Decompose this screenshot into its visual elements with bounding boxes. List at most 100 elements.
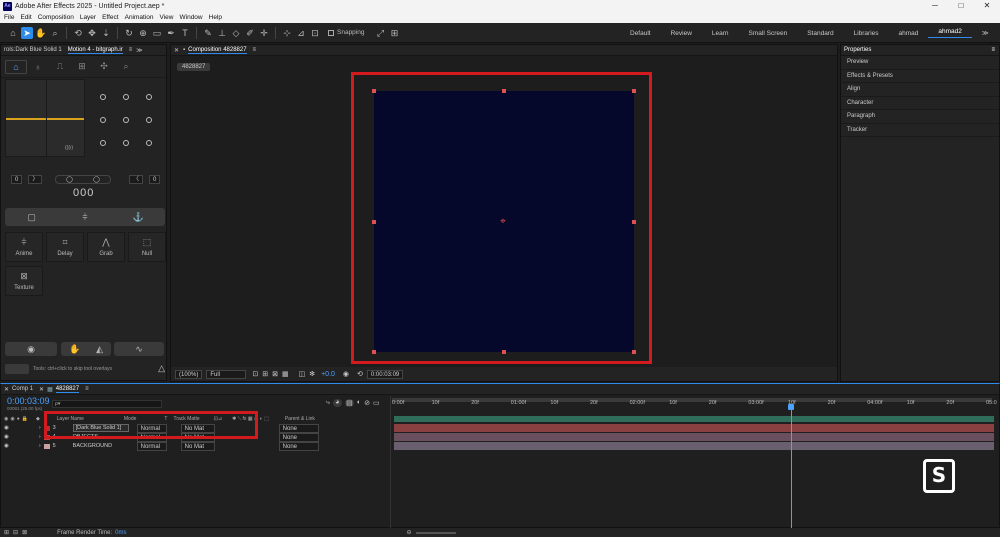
composition-title[interactable]: Composition 4828827 [188, 47, 247, 54]
right-stepper-value[interactable]: 0 [149, 175, 161, 184]
workspace-menu-icon[interactable]: ≫ [972, 29, 999, 37]
anchor-dot[interactable] [122, 140, 129, 147]
motion-blur-icon[interactable]: ◐ [357, 399, 361, 407]
maximize-icon[interactable]: □ [948, 0, 974, 12]
menu-edit[interactable]: Edit [20, 14, 31, 21]
pen-tool-icon[interactable]: ✒ [165, 27, 177, 39]
zoom-select[interactable]: (100%) [175, 369, 203, 379]
hand-tool-icon[interactable]: ✋ [35, 27, 47, 39]
tile-delay[interactable]: ⌗ Delay [46, 232, 84, 262]
layer-mode-select[interactable]: Normal [136, 441, 167, 451]
expand-icon[interactable]: › [39, 443, 41, 449]
orbit-camera-icon[interactable]: ⟲ [72, 27, 84, 39]
workspace-ahmad2[interactable]: ahmad2 [928, 28, 972, 38]
toggle-panes-icon[interactable]: ⊟ [13, 529, 18, 536]
puppet-pin-tool-icon[interactable]: ✛ [258, 27, 270, 39]
menu-file[interactable]: File [4, 14, 14, 21]
panel-tracker[interactable]: Tracker [841, 124, 999, 137]
grid-mode-icon[interactable]: ⊞ [71, 61, 93, 72]
workspace-libraries[interactable]: Libraries [844, 30, 889, 37]
home-mode-icon[interactable]: ⌂ [5, 59, 27, 74]
snap-options-icon[interactable]: ⤢ [374, 27, 386, 39]
pan-camera-icon[interactable]: ✥ [86, 27, 98, 39]
panel-menu-icon[interactable]: ≡ [129, 47, 133, 53]
timeline-menu-icon[interactable]: ≡ [85, 386, 89, 392]
resolution-select[interactable]: Full [206, 369, 247, 379]
comp-markers-icon[interactable]: ▭ [373, 399, 380, 407]
menu-composition[interactable]: Composition [38, 14, 74, 21]
transform-handle[interactable] [372, 220, 376, 224]
tab-4828827[interactable]: 4828827 [55, 386, 80, 393]
tab-motion[interactable]: Motion 4 - bitgraph.ir [67, 47, 123, 54]
pan-behind-tool-icon[interactable]: ⊕ [137, 27, 149, 39]
expand-icon[interactable]: › [39, 425, 41, 431]
bounce-mode-icon[interactable]: ⎍ [49, 61, 71, 72]
align-left-icon[interactable]: ▢ [5, 212, 58, 223]
hint-toggle[interactable] [5, 363, 29, 374]
exposure-value[interactable]: +0.0 [321, 371, 335, 378]
composition-menu-icon[interactable]: ≡ [253, 47, 257, 53]
grid-icon[interactable]: ⊞ [262, 370, 268, 378]
rotation-tool-icon[interactable]: ↻ [123, 27, 135, 39]
parent-select[interactable]: None [278, 432, 319, 442]
track-matte-select[interactable]: No Mat [180, 441, 215, 451]
snapping-checkbox[interactable] [328, 29, 334, 36]
transparency-icon[interactable]: ▦ [282, 370, 289, 378]
snapping-toggle[interactable]: Snapping [328, 29, 364, 36]
graph-editor-icon[interactable]: ⊘ [364, 399, 370, 407]
layer-row-background[interactable]: ◉ › 5 BACKGROUND Normal No Mat None [0, 441, 390, 451]
work-area-bar[interactable] [392, 398, 992, 402]
properties-menu-icon[interactable]: ≡ [991, 47, 995, 53]
curve-button[interactable]: ∿ [114, 342, 164, 356]
workspace-ahmad[interactable]: ahmad [889, 30, 929, 37]
tile-grab[interactable]: ⋀ Grab [87, 232, 125, 262]
ramp-icon[interactable]: ◭ [96, 344, 103, 355]
workspace-review[interactable]: Review [661, 30, 702, 37]
view-axis-icon[interactable]: ⊡ [309, 27, 321, 39]
visibility-icon[interactable]: ◉ [4, 443, 9, 449]
parent-select[interactable]: None [278, 441, 319, 451]
panel-effects-presets[interactable]: Effects & Presets [841, 70, 999, 83]
tile-anime[interactable]: ⫩ Anime [5, 232, 43, 262]
menu-animation[interactable]: Animation [125, 14, 154, 21]
anchor-dot[interactable] [146, 140, 153, 147]
menu-help[interactable]: Help [209, 14, 222, 21]
workspace-default[interactable]: Default [620, 30, 661, 37]
anchor-dot[interactable] [146, 116, 153, 123]
transform-handle[interactable] [372, 89, 376, 93]
playhead-handle[interactable] [788, 404, 795, 410]
tile-null[interactable]: ⬚ Null [128, 232, 166, 262]
eraser-tool-icon[interactable]: ◇ [230, 27, 242, 39]
selection-tool-icon[interactable]: ➤ [21, 26, 33, 39]
drop-mode-icon[interactable]: ♁ [27, 62, 49, 72]
render-info-icon[interactable]: ⊞ [4, 529, 9, 536]
tab-effect-controls[interactable]: rols:Dark Blue Solid 1 [4, 47, 62, 53]
transform-handle[interactable] [632, 89, 636, 93]
search-icon[interactable]: ⌕ [115, 61, 137, 72]
anchor-dot[interactable] [122, 116, 129, 123]
panel-paragraph[interactable]: Paragraph [841, 110, 999, 124]
close-icon[interactable]: ✕ [39, 386, 44, 393]
zoom-tool-icon[interactable]: ⌕ [49, 27, 61, 39]
label-color-swatch[interactable] [43, 443, 50, 449]
menu-layer[interactable]: Layer [80, 14, 96, 21]
menu-window[interactable]: Window [180, 14, 203, 21]
menu-view[interactable]: View [160, 14, 174, 21]
transform-handle[interactable] [502, 350, 506, 354]
anchor-crosshair-icon[interactable]: ⌖ [498, 217, 508, 227]
track-dark-blue-solid[interactable] [394, 424, 994, 432]
track-objects[interactable] [394, 433, 994, 441]
color-icon[interactable]: ✻ [309, 370, 315, 378]
snapshot-icon[interactable]: ◉ [343, 370, 349, 378]
zoom-out-icon[interactable]: ⊖ [406, 529, 411, 536]
menu-effect[interactable]: Effect [102, 14, 119, 21]
show-channel-icon[interactable]: ⟲ [357, 370, 363, 378]
local-axis-icon[interactable]: ⊹ [281, 27, 293, 39]
move-mode-icon[interactable]: ✣ [93, 61, 115, 72]
brush-tool-icon[interactable]: ✎ [202, 27, 214, 39]
close-icon[interactable]: ✕ [4, 386, 9, 393]
snap-grid-icon[interactable]: ⊞ [388, 27, 400, 39]
playhead[interactable] [791, 404, 793, 528]
dolly-camera-icon[interactable]: ⇣ [100, 27, 112, 39]
transform-handle[interactable] [372, 350, 376, 354]
